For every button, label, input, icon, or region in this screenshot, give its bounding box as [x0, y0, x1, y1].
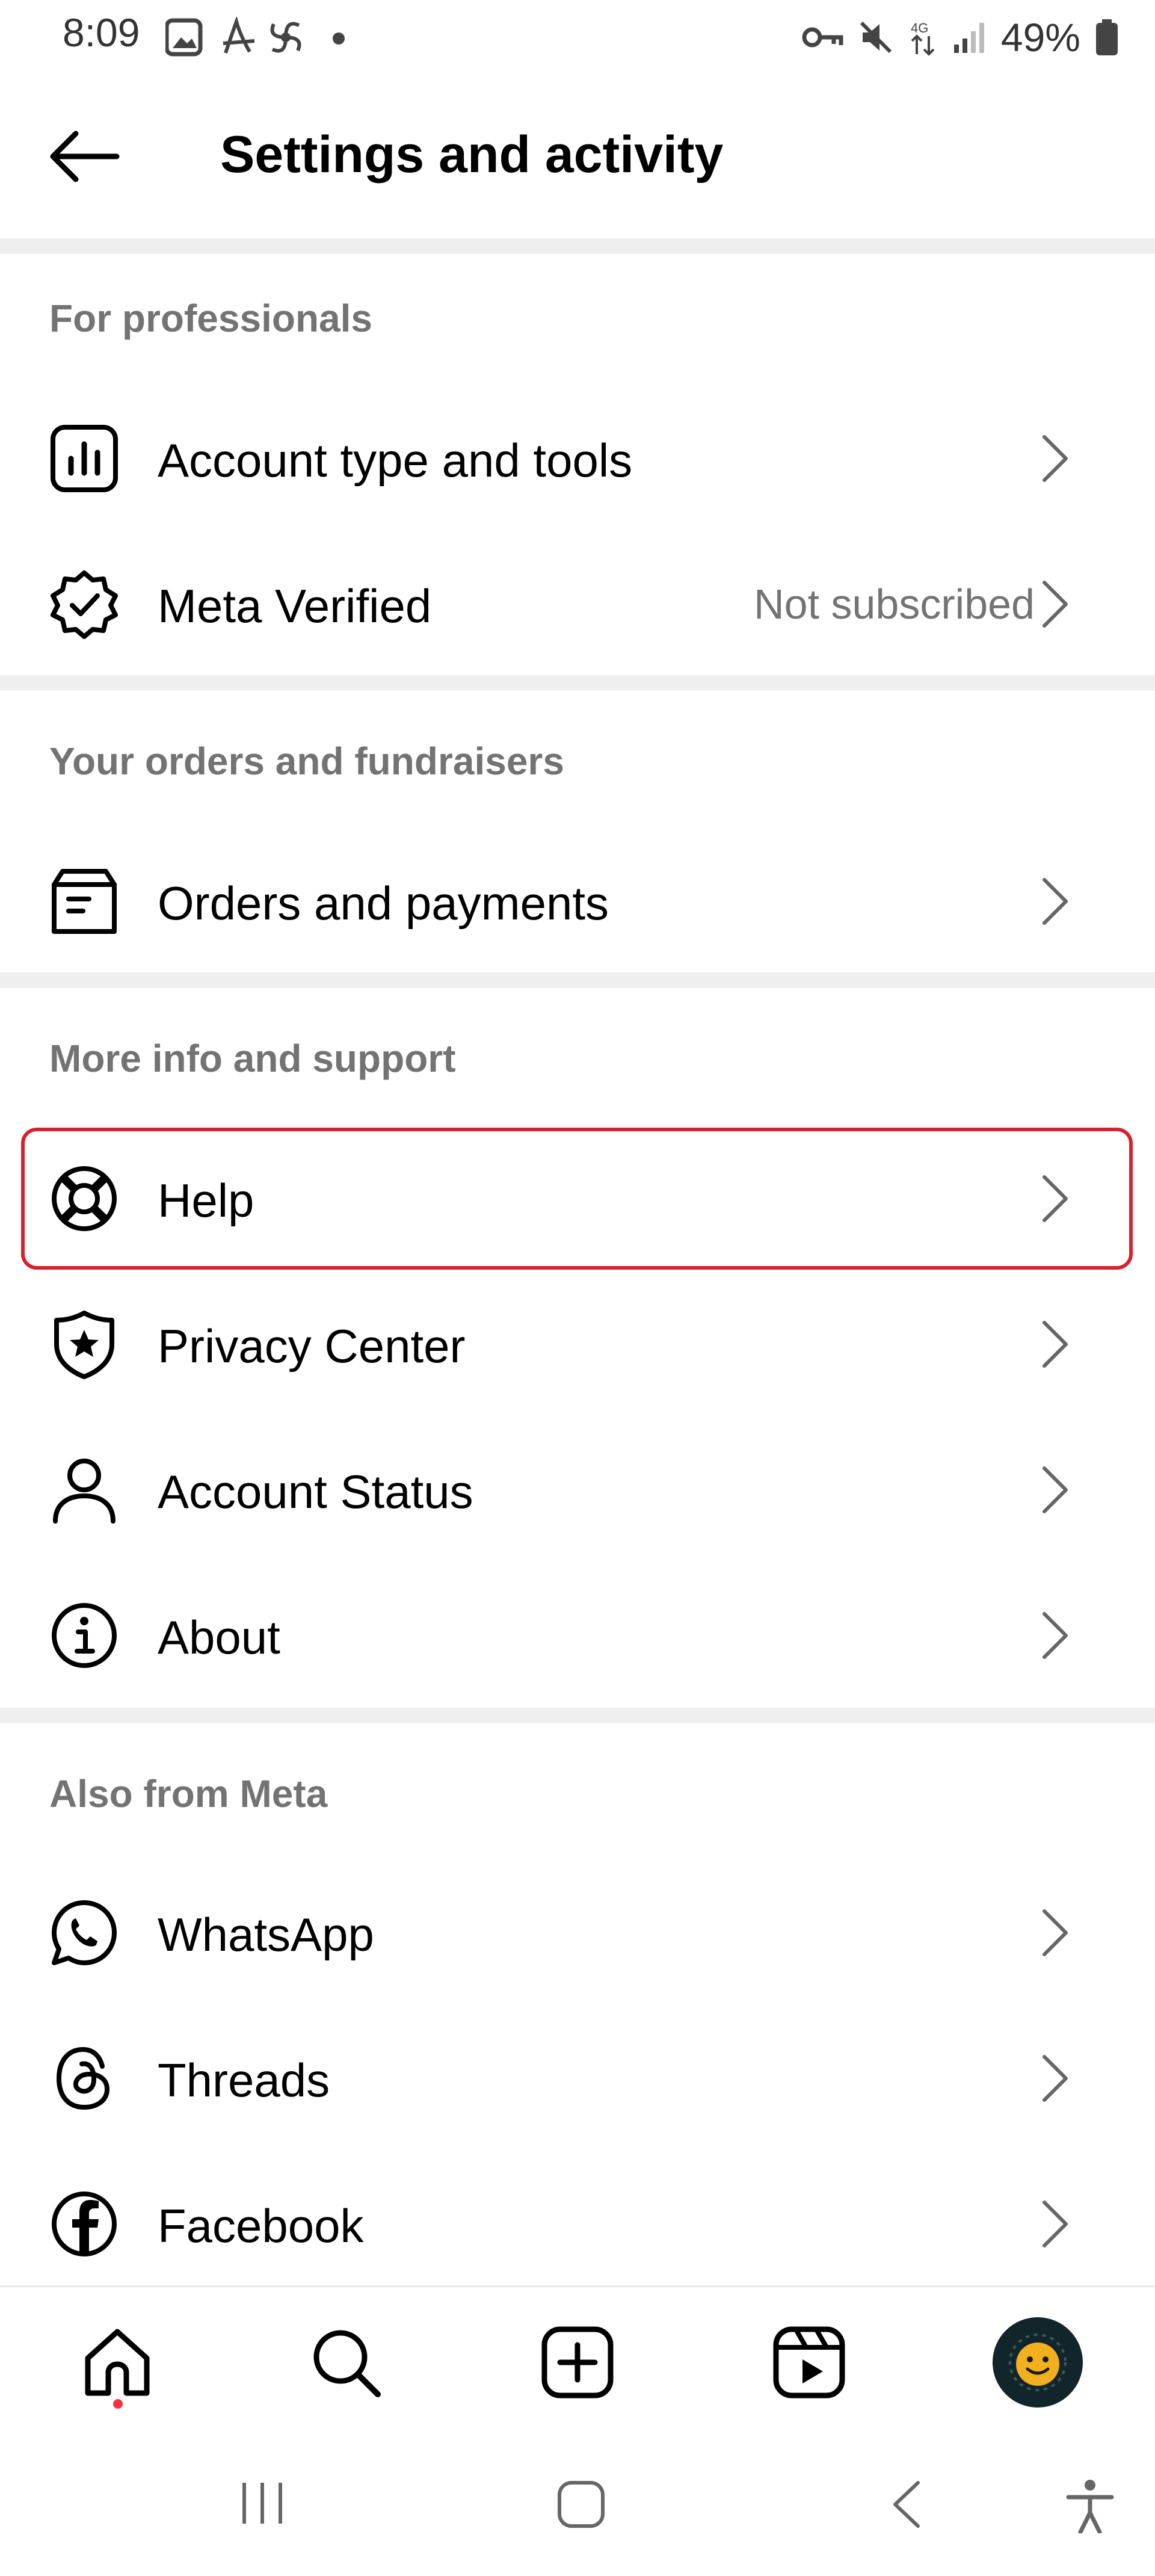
notification-dot [113, 2399, 123, 2409]
person-icon [53, 1459, 116, 1524]
mute-icon [860, 21, 892, 54]
search-icon[interactable] [307, 2323, 385, 2401]
settings-item-meta-verified[interactable]: Meta Verified Not subscribed [0, 531, 1155, 675]
item-label: WhatsApp [158, 1908, 374, 1961]
help-highlight-box [21, 1128, 1133, 1270]
reels-icon[interactable] [770, 2323, 848, 2401]
subscription-status: Not subscribed [754, 581, 1035, 628]
system-navigation-bar [0, 2431, 1155, 2576]
settings-item-whatsapp[interactable]: WhatsApp [0, 1859, 1155, 2004]
threads-icon [56, 2046, 110, 2110]
item-label: Account Status [158, 1465, 473, 1518]
system-status-icons: 4G 49% [801, 13, 1119, 61]
settings-item-about[interactable]: About [0, 1562, 1155, 1707]
status-time: 8:09 [63, 10, 140, 55]
battery-icon [1096, 19, 1118, 55]
item-label: Facebook [158, 2199, 364, 2252]
accessibility-icon[interactable] [1066, 2479, 1114, 2533]
verified-badge-icon [51, 570, 118, 639]
item-label: Account type and tools [158, 434, 633, 487]
page-title: Settings and activity [220, 126, 724, 184]
section-divider [0, 675, 1155, 691]
settings-item-privacy-center[interactable]: Privacy Center [0, 1271, 1155, 1415]
chevron-right-icon [1043, 2055, 1068, 2102]
battery-percent: 49% [1000, 15, 1080, 60]
whatsapp-icon [52, 1900, 117, 1965]
back-arrow-icon[interactable] [42, 120, 126, 193]
recent-apps-icon[interactable] [238, 2479, 286, 2527]
network-4g-icon: 4G [911, 20, 935, 56]
section-divider [0, 1708, 1155, 1723]
facebook-icon [52, 2191, 117, 2256]
chevron-right-icon [1043, 1321, 1068, 1368]
status-bar: 8:09 4G 49% [0, 0, 1155, 78]
section-divider [0, 238, 1155, 254]
item-label: Privacy Center [158, 1320, 466, 1373]
vpn-key-icon [802, 27, 843, 48]
orders-icon [52, 869, 117, 934]
item-label: Orders and payments [158, 877, 609, 930]
bar-chart-icon [51, 425, 118, 492]
settings-item-account-status[interactable]: Account Status [0, 1416, 1155, 1561]
notification-icons [165, 17, 345, 57]
chevron-right-icon [1043, 1909, 1068, 1956]
shield-star-icon [54, 1311, 114, 1379]
avatar-image [993, 2317, 1083, 2408]
header: Settings and activity [0, 78, 1155, 235]
svg-text:4G: 4G [911, 20, 928, 36]
bottom-navigation [0, 2285, 1155, 2432]
chevron-right-icon [1043, 1612, 1068, 1659]
chevron-right-icon [1043, 1466, 1068, 1513]
chevron-right-icon [1043, 435, 1068, 482]
item-label: Meta Verified [158, 579, 432, 632]
section-title-support: More info and support [49, 1037, 456, 1080]
signal-icon [953, 23, 984, 53]
settings-item-facebook[interactable]: Facebook [0, 2151, 1155, 2295]
back-button-icon[interactable] [888, 2479, 924, 2530]
item-label: About [158, 1611, 280, 1664]
settings-item-account-type[interactable]: Account type and tools [0, 385, 1155, 530]
settings-item-orders-payments[interactable]: Orders and payments [0, 828, 1155, 972]
item-label: Threads [158, 2054, 330, 2107]
profile-avatar[interactable] [993, 2317, 1083, 2408]
home-icon[interactable] [78, 2323, 156, 2401]
chevron-right-icon [1043, 878, 1068, 925]
chevron-right-icon [1043, 2201, 1068, 2247]
settings-item-threads[interactable]: Threads [0, 2005, 1155, 2149]
chevron-right-icon [1043, 581, 1068, 628]
create-post-icon[interactable] [538, 2323, 617, 2401]
section-title-orders: Your orders and fundraisers [49, 740, 564, 783]
home-button-icon[interactable] [556, 2479, 606, 2530]
section-title-meta: Also from Meta [49, 1772, 328, 1815]
info-icon [52, 1603, 117, 1668]
section-title-professionals: For professionals [49, 297, 372, 340]
section-divider [0, 972, 1155, 988]
